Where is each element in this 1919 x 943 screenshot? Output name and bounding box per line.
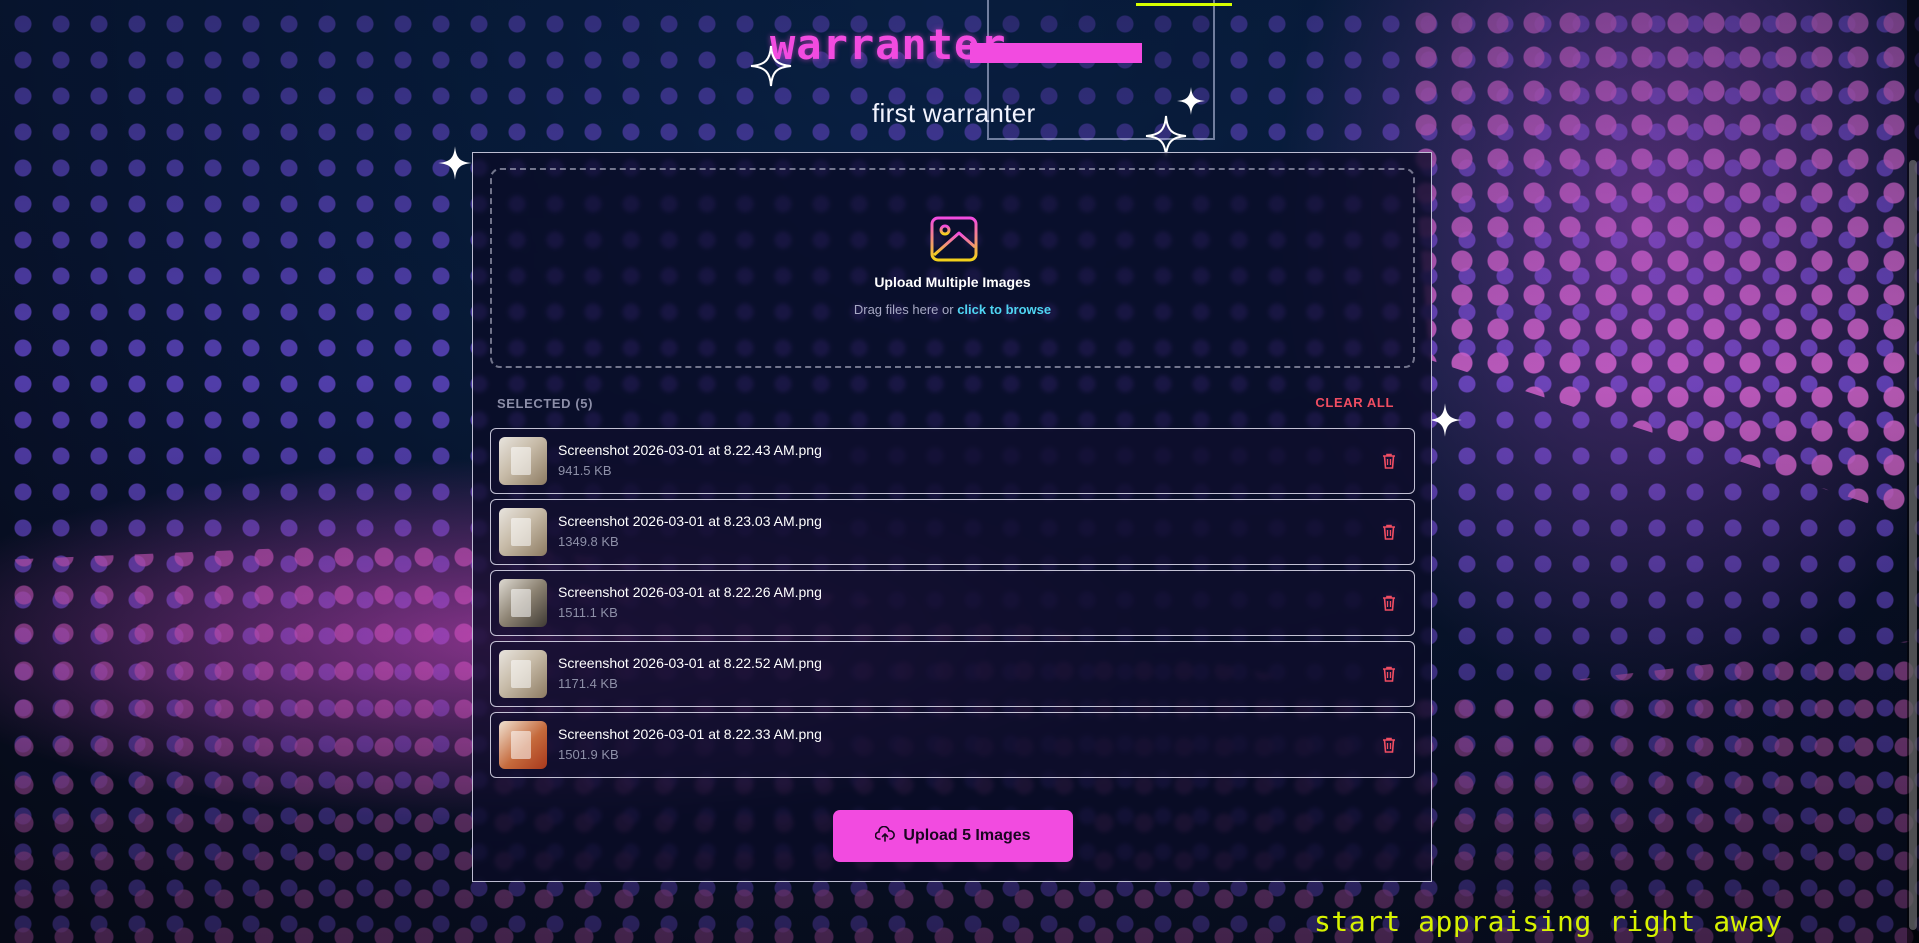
browse-link[interactable]: click to browse — [957, 302, 1051, 317]
page-scrollbar[interactable] — [1907, 0, 1919, 943]
tagline: start appraising right away — [1314, 905, 1783, 938]
dropzone-title: Upload Multiple Images — [874, 274, 1031, 290]
file-size: 1501.9 KB — [558, 747, 619, 762]
dropzone-hint: Drag files here or click to browse — [492, 302, 1413, 317]
sparkle-icon — [437, 145, 473, 181]
file-size: 1171.4 KB — [558, 676, 618, 691]
file-size: 1349.8 KB — [558, 534, 619, 549]
upload-button-label: Upload 5 Images — [903, 827, 1031, 844]
image-icon — [929, 215, 979, 263]
file-list: Screenshot 2026-03-01 at 8.22.43 AM.png … — [490, 428, 1415, 783]
file-row: Screenshot 2026-03-01 at 8.22.33 AM.png … — [490, 712, 1415, 778]
file-name: Screenshot 2026-03-01 at 8.22.26 AM.png — [558, 584, 822, 600]
dropzone-hint-text: Drag files here or — [853, 302, 954, 317]
cloud-upload-icon — [875, 825, 896, 847]
file-name: Screenshot 2026-03-01 at 8.22.33 AM.png — [558, 726, 822, 742]
trash-icon[interactable] — [1382, 453, 1396, 469]
trash-icon[interactable] — [1382, 666, 1396, 682]
trash-icon[interactable] — [1382, 737, 1396, 753]
sparkle-icon — [1176, 86, 1206, 116]
scrollbar-thumb[interactable] — [1909, 160, 1917, 930]
clear-all-button[interactable]: CLEAR ALL — [1315, 395, 1394, 410]
file-row: Screenshot 2026-03-01 at 8.22.52 AM.png … — [490, 641, 1415, 707]
file-name: Screenshot 2026-03-01 at 8.22.52 AM.png — [558, 655, 822, 671]
file-row: Screenshot 2026-03-01 at 8.22.43 AM.png … — [490, 428, 1415, 494]
upload-images-button[interactable]: Upload 5 Images — [833, 810, 1073, 862]
file-size: 941.5 KB — [558, 463, 612, 478]
file-thumbnail — [499, 579, 547, 627]
selected-count-label: SELECTED (5) — [497, 396, 594, 411]
upload-panel: Upload Multiple Images Drag files here o… — [472, 152, 1432, 882]
file-name: Screenshot 2026-03-01 at 8.23.03 AM.png — [558, 513, 822, 529]
page-subtitle: first warranter — [872, 98, 1036, 128]
file-size: 1511.1 KB — [558, 605, 618, 620]
title-underline-bar — [970, 43, 1142, 63]
decorative-accent-line — [1136, 3, 1232, 6]
file-thumbnail — [499, 437, 547, 485]
file-thumbnail — [499, 650, 547, 698]
trash-icon[interactable] — [1382, 524, 1396, 540]
file-row: Screenshot 2026-03-01 at 8.23.03 AM.png … — [490, 499, 1415, 565]
dropzone[interactable]: Upload Multiple Images Drag files here o… — [490, 168, 1415, 368]
file-row: Screenshot 2026-03-01 at 8.22.26 AM.png … — [490, 570, 1415, 636]
file-thumbnail — [499, 721, 547, 769]
sparkle-outline-icon — [749, 44, 793, 88]
file-name: Screenshot 2026-03-01 at 8.22.43 AM.png — [558, 442, 822, 458]
sparkle-icon — [1427, 402, 1463, 438]
file-thumbnail — [499, 508, 547, 556]
trash-icon[interactable] — [1382, 595, 1396, 611]
